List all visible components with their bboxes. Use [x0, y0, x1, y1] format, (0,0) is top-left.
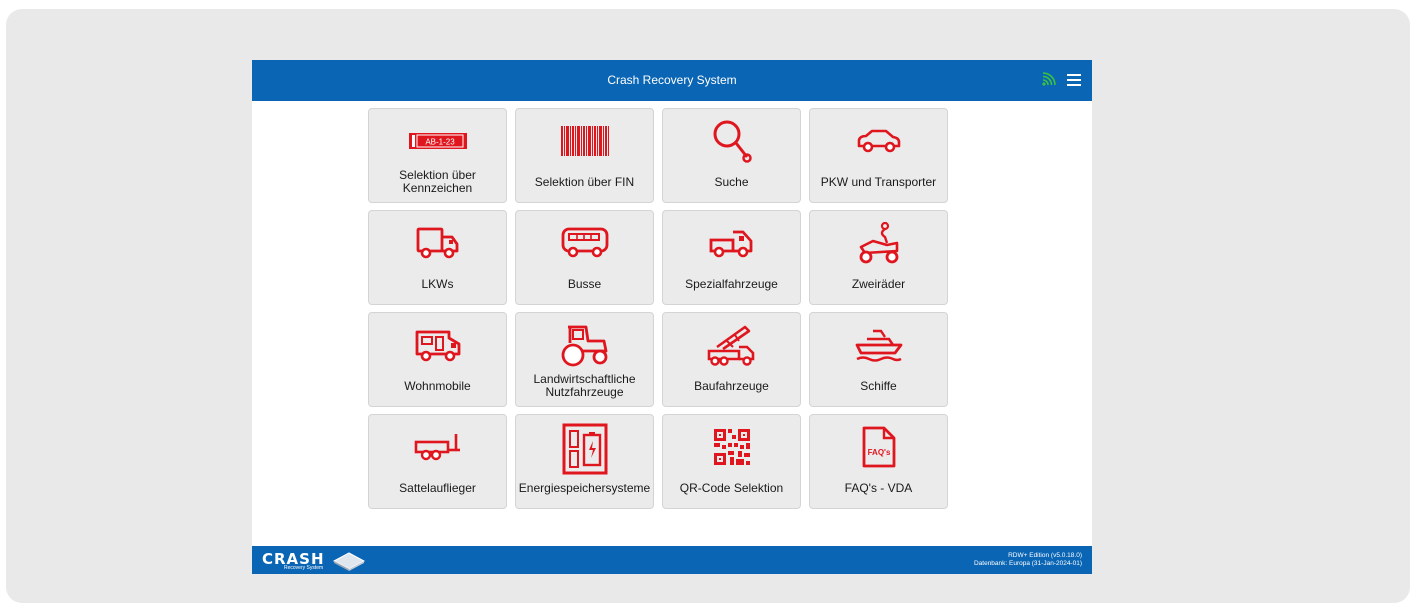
- ship-icon: [855, 329, 902, 362]
- header-bar: Crash Recovery System: [252, 60, 1092, 101]
- camper-icon: [415, 330, 460, 362]
- motorcycle-icon: [859, 221, 898, 264]
- tile-wohnmobile[interactable]: Wohnmobile: [368, 312, 507, 407]
- tile-schiffe[interactable]: Schiffe: [809, 312, 948, 407]
- tile-suche[interactable]: Suche: [662, 108, 801, 203]
- crane-truck-icon: [707, 325, 754, 366]
- magnifier-icon: [713, 120, 752, 163]
- tile-label: PKW und Transporter: [820, 174, 937, 189]
- signal-icon: [1042, 72, 1056, 86]
- tile-label: LKWs: [421, 276, 454, 291]
- tile-label: Wohnmobile: [404, 378, 471, 393]
- tile-label: Suche: [714, 174, 749, 189]
- tractor-icon: [561, 325, 607, 367]
- svg-text:AB-1-23: AB-1-23: [425, 138, 455, 147]
- tile-label: Spezialfahrzeuge: [685, 276, 778, 291]
- tile-selektion-fin[interactable]: Selektion über FIN: [515, 108, 654, 203]
- crash-logo: CRASH Recovery System: [262, 550, 372, 572]
- edition-text: RDW+ Edition (v5.0.18.0): [1008, 552, 1082, 559]
- tile-label: Zweiräder: [851, 276, 906, 291]
- screenshot-frame: Crash Recovery System AB-1-23 Selektion …: [6, 9, 1410, 603]
- app-title: Crash Recovery System: [607, 73, 737, 87]
- footer-bar: CRASH Recovery System RDW+ Edition (v5.0…: [252, 546, 1092, 574]
- tile-label: Selektion über Kennzeichen: [399, 168, 476, 195]
- faq-document-icon: FAQ's: [862, 426, 895, 468]
- tile-zweiraeder[interactable]: Zweiräder: [809, 210, 948, 305]
- tile-busse[interactable]: Busse: [515, 210, 654, 305]
- license-plate-icon: AB-1-23: [408, 133, 467, 149]
- tile-label: FAQ's - VDA: [844, 480, 913, 495]
- tile-faqs-vda[interactable]: FAQ's FAQ's - VDA: [809, 414, 948, 509]
- tile-pkw-transporter[interactable]: PKW und Transporter: [809, 108, 948, 203]
- logo-subtext: Recovery System: [284, 565, 324, 571]
- database-text: Datenbank: Europa (31-Jan-2024-01): [973, 560, 1082, 567]
- version-info: RDW+ Edition (v5.0.18.0) Datenbank: Euro…: [974, 552, 1082, 568]
- qr-code-icon: [713, 429, 750, 465]
- truck-icon: [416, 227, 458, 259]
- app-window: Crash Recovery System AB-1-23 Selektion …: [252, 60, 1092, 574]
- hamburger-menu-icon[interactable]: [1066, 72, 1082, 88]
- tile-landwirtschaftliche-nutzfahrzeuge[interactable]: Landwirtschaftliche Nutzfahrzeuge: [515, 312, 654, 407]
- bus-icon: [561, 227, 608, 258]
- tile-energiespeichersysteme[interactable]: Energiespeichersysteme: [515, 414, 654, 509]
- tile-label: Schiffe: [860, 378, 897, 393]
- trailer-icon: [414, 434, 460, 461]
- logo-cube-icon: [332, 552, 366, 571]
- barcode-icon: [560, 126, 609, 156]
- tile-spezialfahrzeuge[interactable]: Spezialfahrzeuge: [662, 210, 801, 305]
- tile-label: Baufahrzeuge: [694, 378, 769, 393]
- tile-label: Selektion über FIN: [534, 174, 635, 189]
- selection-grid: AB-1-23 Selektion über Kennzeichen Selek…: [368, 108, 950, 509]
- tile-qr-code-selektion[interactable]: QR-Code Selektion: [662, 414, 801, 509]
- tile-label: Landwirtschaftliche Nutzfahrzeuge: [533, 372, 636, 399]
- tile-sattelauflieger[interactable]: Sattelauflieger: [368, 414, 507, 509]
- tile-label: Energiespeichersysteme: [518, 480, 651, 495]
- svg-text:FAQ's: FAQ's: [867, 448, 890, 457]
- tile-label: Busse: [567, 276, 602, 291]
- tile-lkws[interactable]: LKWs: [368, 210, 507, 305]
- battery-icon: [562, 423, 607, 475]
- car-icon: [857, 129, 900, 153]
- tile-label: Sattelauflieger: [399, 480, 476, 495]
- special-vehicle-icon: [709, 230, 752, 258]
- tile-label: QR-Code Selektion: [679, 480, 784, 495]
- tile-baufahrzeuge[interactable]: Baufahrzeuge: [662, 312, 801, 407]
- tile-selektion-kennzeichen[interactable]: AB-1-23 Selektion über Kennzeichen: [368, 108, 507, 203]
